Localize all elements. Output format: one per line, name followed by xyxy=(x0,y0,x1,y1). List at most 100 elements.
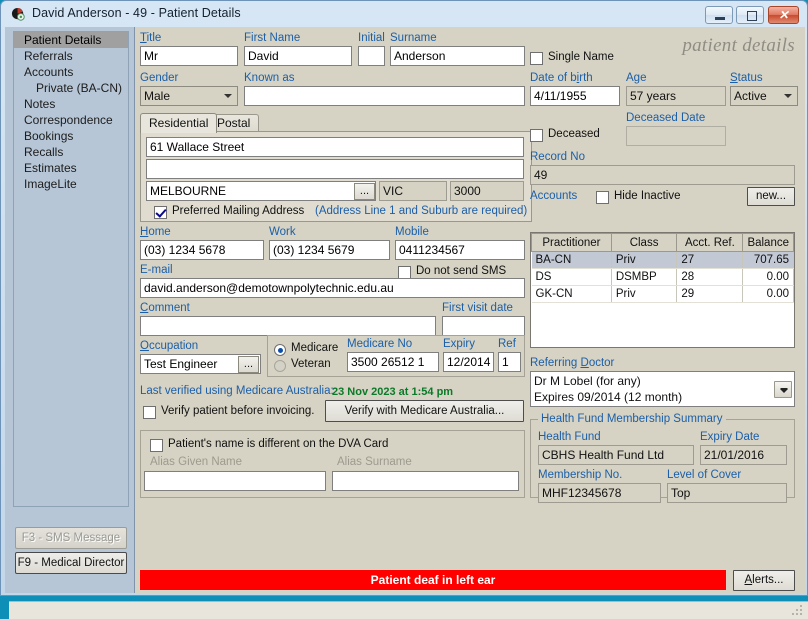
maximize-button[interactable] xyxy=(736,6,764,24)
cell-practitioner: DS xyxy=(532,269,612,286)
title-input[interactable]: Mr xyxy=(140,46,238,66)
alias-surname-input[interactable] xyxy=(332,471,519,491)
patient-details-form: patient details TTitleitle Mr First Name… xyxy=(136,27,805,593)
state-input[interactable]: VIC xyxy=(379,181,447,201)
sidebar-item-label: Patient Details xyxy=(24,33,101,47)
home-phone-input[interactable]: (03) 1234 5678 xyxy=(140,240,264,260)
expiry-date-value: 21/01/2016 xyxy=(700,445,787,465)
age-value: 57 years xyxy=(626,86,726,106)
sidebar-item-estimates[interactable]: Estimates xyxy=(14,160,128,176)
column-practitioner[interactable]: Practitioner xyxy=(532,234,612,252)
checkbox-label: Verify patient before invoicing. xyxy=(161,405,314,417)
accounts-table[interactable]: Practitioner Class Acct. Ref. Balance BA… xyxy=(530,232,795,348)
address-line1-input[interactable]: 61 Wallace Street xyxy=(146,137,524,157)
occupation-lookup-button[interactable]: ... xyxy=(238,356,259,373)
status-label: Status xyxy=(730,72,763,84)
title-bar: David Anderson - 49 - Patient Details ✕ xyxy=(1,1,807,27)
checkbox-icon xyxy=(154,206,167,219)
referring-doctor-select[interactable]: Dr M Lobel (for any) Expires 09/2014 (12… xyxy=(530,371,795,407)
checkbox-label: Hide Inactive xyxy=(614,190,680,202)
sidebar-item-label: Notes xyxy=(24,97,55,111)
sidebar-item-label: Accounts xyxy=(24,65,73,79)
chevron-down-icon[interactable] xyxy=(774,381,792,398)
cell-acct-ref: 29 xyxy=(677,286,743,303)
sidebar-item-accounts[interactable]: Accounts xyxy=(14,64,128,80)
resize-grip[interactable] xyxy=(792,605,803,616)
sidebar-item-bookings[interactable]: Bookings xyxy=(14,128,128,144)
gender-value: Male xyxy=(144,89,170,103)
close-button[interactable]: ✕ xyxy=(768,6,799,24)
column-balance[interactable]: Balance xyxy=(743,234,794,252)
mobile-phone-input[interactable]: 0411234567 xyxy=(395,240,525,260)
first-name-input[interactable]: David xyxy=(244,46,352,66)
sidebar-item-private-bacn[interactable]: Private (BA-CN) xyxy=(14,80,128,96)
surname-input[interactable]: Anderson xyxy=(390,46,525,66)
checkbox-label: Do not send SMS xyxy=(416,265,506,277)
sidebar-item-label: Bookings xyxy=(24,129,73,143)
suburb-lookup-button[interactable]: ... xyxy=(354,183,375,200)
column-class[interactable]: Class xyxy=(611,234,677,252)
address-line2-input[interactable] xyxy=(146,159,524,179)
medicare-expiry-input[interactable]: 12/2014 xyxy=(443,352,494,372)
sms-message-button[interactable]: F3 - SMS Message xyxy=(15,527,127,549)
table-row[interactable]: DS DSMBP 28 0.00 xyxy=(532,269,794,286)
verify-with-medicare-button[interactable]: Verify with Medicare Australia... xyxy=(325,400,524,422)
referring-doctor-label: Referring Doctor xyxy=(530,357,614,369)
chevron-down-icon xyxy=(784,94,792,98)
alerts-button[interactable]: Alerts... xyxy=(733,570,795,591)
sidebar-item-notes[interactable]: Notes xyxy=(14,96,128,112)
medicare-ref-input[interactable]: 1 xyxy=(498,352,521,372)
sidebar-item-imagelite[interactable]: ImageLite xyxy=(14,176,128,192)
gender-label: Gender xyxy=(140,72,178,84)
record-no-label: Record No xyxy=(530,151,585,163)
sidebar-item-correspondence[interactable]: Correspondence xyxy=(14,112,128,128)
deceased-date-label: Deceased Date xyxy=(626,112,705,124)
cell-acct-ref: 28 xyxy=(677,269,743,286)
checkbox-icon xyxy=(143,406,156,419)
medicare-ref-label: Ref xyxy=(498,338,516,350)
status-value: Active xyxy=(734,89,767,103)
tab-residential[interactable]: Residential xyxy=(140,113,217,133)
comment-input[interactable] xyxy=(140,316,436,336)
first-visit-date-input[interactable] xyxy=(442,316,525,336)
app-icon xyxy=(11,7,26,22)
initial-input[interactable] xyxy=(358,46,385,66)
sidebar-item-recalls[interactable]: Recalls xyxy=(14,144,128,160)
alias-given-name-input[interactable] xyxy=(144,471,326,491)
suburb-input[interactable]: MELBOURNE xyxy=(146,181,376,201)
record-no-value: 49 xyxy=(530,165,795,185)
client-area: Patient Details Referrals Accounts Priva… xyxy=(5,27,805,593)
referring-doctor-line1: Dr M Lobel (for any) xyxy=(534,373,791,389)
checkbox-label: Patient's name is different on the DVA C… xyxy=(168,438,388,450)
navigation-list[interactable]: Patient Details Referrals Accounts Priva… xyxy=(13,31,129,507)
gender-select[interactable]: Male xyxy=(140,86,238,106)
minimize-button[interactable] xyxy=(705,6,733,24)
accounts-label: Accounts xyxy=(530,190,577,202)
address-tabs[interactable]: Residential Postal xyxy=(140,114,532,132)
deceased-date-input[interactable] xyxy=(626,126,726,146)
address-panel: 61 Wallace Street MELBOURNE ... VIC 3000… xyxy=(140,131,532,222)
status-select[interactable]: Active xyxy=(730,86,798,106)
radio-label: Veteran xyxy=(291,358,331,370)
email-input[interactable]: david.anderson@demotownpolytechnic.edu.a… xyxy=(140,278,525,298)
sidebar-item-referrals[interactable]: Referrals xyxy=(14,48,128,64)
column-acct-ref[interactable]: Acct. Ref. xyxy=(677,234,743,252)
membership-no-label: Membership No. xyxy=(538,469,622,481)
application-window: David Anderson - 49 - Patient Details ✕ … xyxy=(0,0,808,596)
medical-director-button[interactable]: F9 - Medical Director xyxy=(15,552,127,574)
comment-label: Comment xyxy=(140,302,190,314)
known-as-input[interactable] xyxy=(244,86,525,106)
postcode-input[interactable]: 3000 xyxy=(450,181,524,201)
sidebar: Patient Details Referrals Accounts Priva… xyxy=(5,27,135,593)
table-row[interactable]: BA-CN Priv 27 707.65 xyxy=(532,252,794,269)
first-visit-date-label: First visit date xyxy=(442,302,513,314)
alert-banner: Patient deaf in left ear xyxy=(140,570,726,590)
address-required-note: (Address Line 1 and Suburb are required) xyxy=(315,205,527,217)
new-account-button[interactable]: new... xyxy=(747,187,795,206)
table-row[interactable]: GK-CN Priv 29 0.00 xyxy=(532,286,794,303)
work-phone-input[interactable]: (03) 1234 5679 xyxy=(269,240,390,260)
sidebar-item-patient-details[interactable]: Patient Details xyxy=(14,32,128,48)
referring-doctor-line2: Expires 09/2014 (12 month) xyxy=(534,389,791,405)
date-of-birth-input[interactable]: 4/11/1955 xyxy=(530,86,620,106)
medicare-no-input[interactable]: 3500 26512 1 xyxy=(347,352,439,372)
